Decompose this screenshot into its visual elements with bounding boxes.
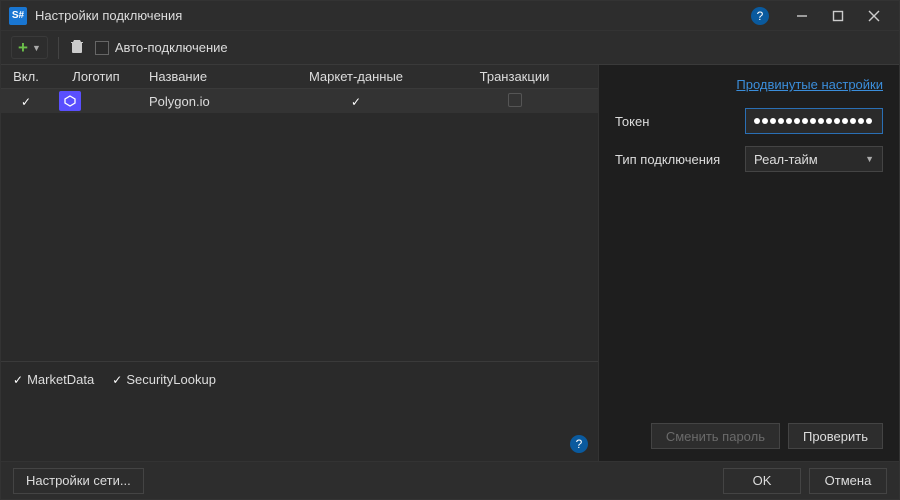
window-title: Настройки подключения	[35, 8, 751, 23]
table-row[interactable]: ✓ Polygon.io ✓	[1, 89, 598, 113]
connector-logo	[59, 91, 81, 111]
change-password-button[interactable]: Сменить пароль	[651, 423, 780, 449]
capabilities-panel: MarketData SecurityLookup	[1, 361, 598, 461]
left-panel: Вкл. Логотип Название Маркет-данные Тран…	[1, 65, 599, 461]
verify-button[interactable]: Проверить	[788, 423, 883, 449]
close-button[interactable]	[857, 2, 891, 30]
plus-icon: +	[18, 39, 28, 56]
maximize-button[interactable]	[821, 2, 855, 30]
titlebar: S# Настройки подключения ?	[1, 1, 899, 31]
th-logo[interactable]: Логотип	[51, 69, 141, 84]
chevron-down-icon: ▼	[865, 154, 874, 164]
auto-connect-label: Авто-подключение	[115, 40, 228, 55]
network-settings-button[interactable]: Настройки сети...	[13, 468, 144, 494]
connector-name: Polygon.io	[141, 94, 281, 109]
th-enabled[interactable]: Вкл.	[1, 69, 51, 84]
auto-connect-checkbox[interactable]: Авто-подключение	[95, 40, 228, 55]
chevron-down-icon: ▼	[32, 43, 41, 53]
table-body[interactable]: ✓ Polygon.io ✓	[1, 89, 598, 361]
connection-type-label: Тип подключения	[615, 152, 745, 167]
enabled-check-icon[interactable]: ✓	[21, 95, 31, 109]
token-input[interactable]	[745, 108, 883, 134]
toolbar-divider	[58, 37, 59, 59]
tag-security-lookup[interactable]: SecurityLookup	[112, 372, 216, 387]
connection-type-select[interactable]: Реал-тайм ▼	[745, 146, 883, 172]
minimize-button[interactable]	[785, 2, 819, 30]
panel-help-icon[interactable]: ?	[570, 435, 588, 453]
ok-button[interactable]: OK	[723, 468, 801, 494]
table-header: Вкл. Логотип Название Маркет-данные Тран…	[1, 65, 598, 89]
th-transactions[interactable]: Транзакции	[431, 69, 598, 84]
cancel-button[interactable]: Отмена	[809, 468, 887, 494]
advanced-settings-link[interactable]: Продвинутые настройки	[615, 77, 883, 92]
th-market-data[interactable]: Маркет-данные	[281, 69, 431, 84]
add-connector-button[interactable]: + ▼	[11, 36, 48, 59]
app-icon: S#	[9, 7, 27, 25]
connection-type-value: Реал-тайм	[754, 152, 818, 167]
token-label: Токен	[615, 114, 745, 129]
footer: Настройки сети... OK Отмена	[1, 461, 899, 499]
th-name[interactable]: Название	[141, 69, 281, 84]
toolbar: + ▼ Авто-подключение	[1, 31, 899, 65]
titlebar-help-icon[interactable]: ?	[751, 7, 769, 25]
tag-market-data[interactable]: MarketData	[13, 372, 94, 387]
right-panel: Продвинутые настройки Токен Тип подключе…	[599, 65, 899, 461]
delete-button[interactable]	[69, 38, 85, 57]
market-data-check-icon[interactable]: ✓	[351, 95, 361, 109]
transactions-checkbox[interactable]	[508, 93, 522, 107]
checkbox-icon	[95, 41, 109, 55]
